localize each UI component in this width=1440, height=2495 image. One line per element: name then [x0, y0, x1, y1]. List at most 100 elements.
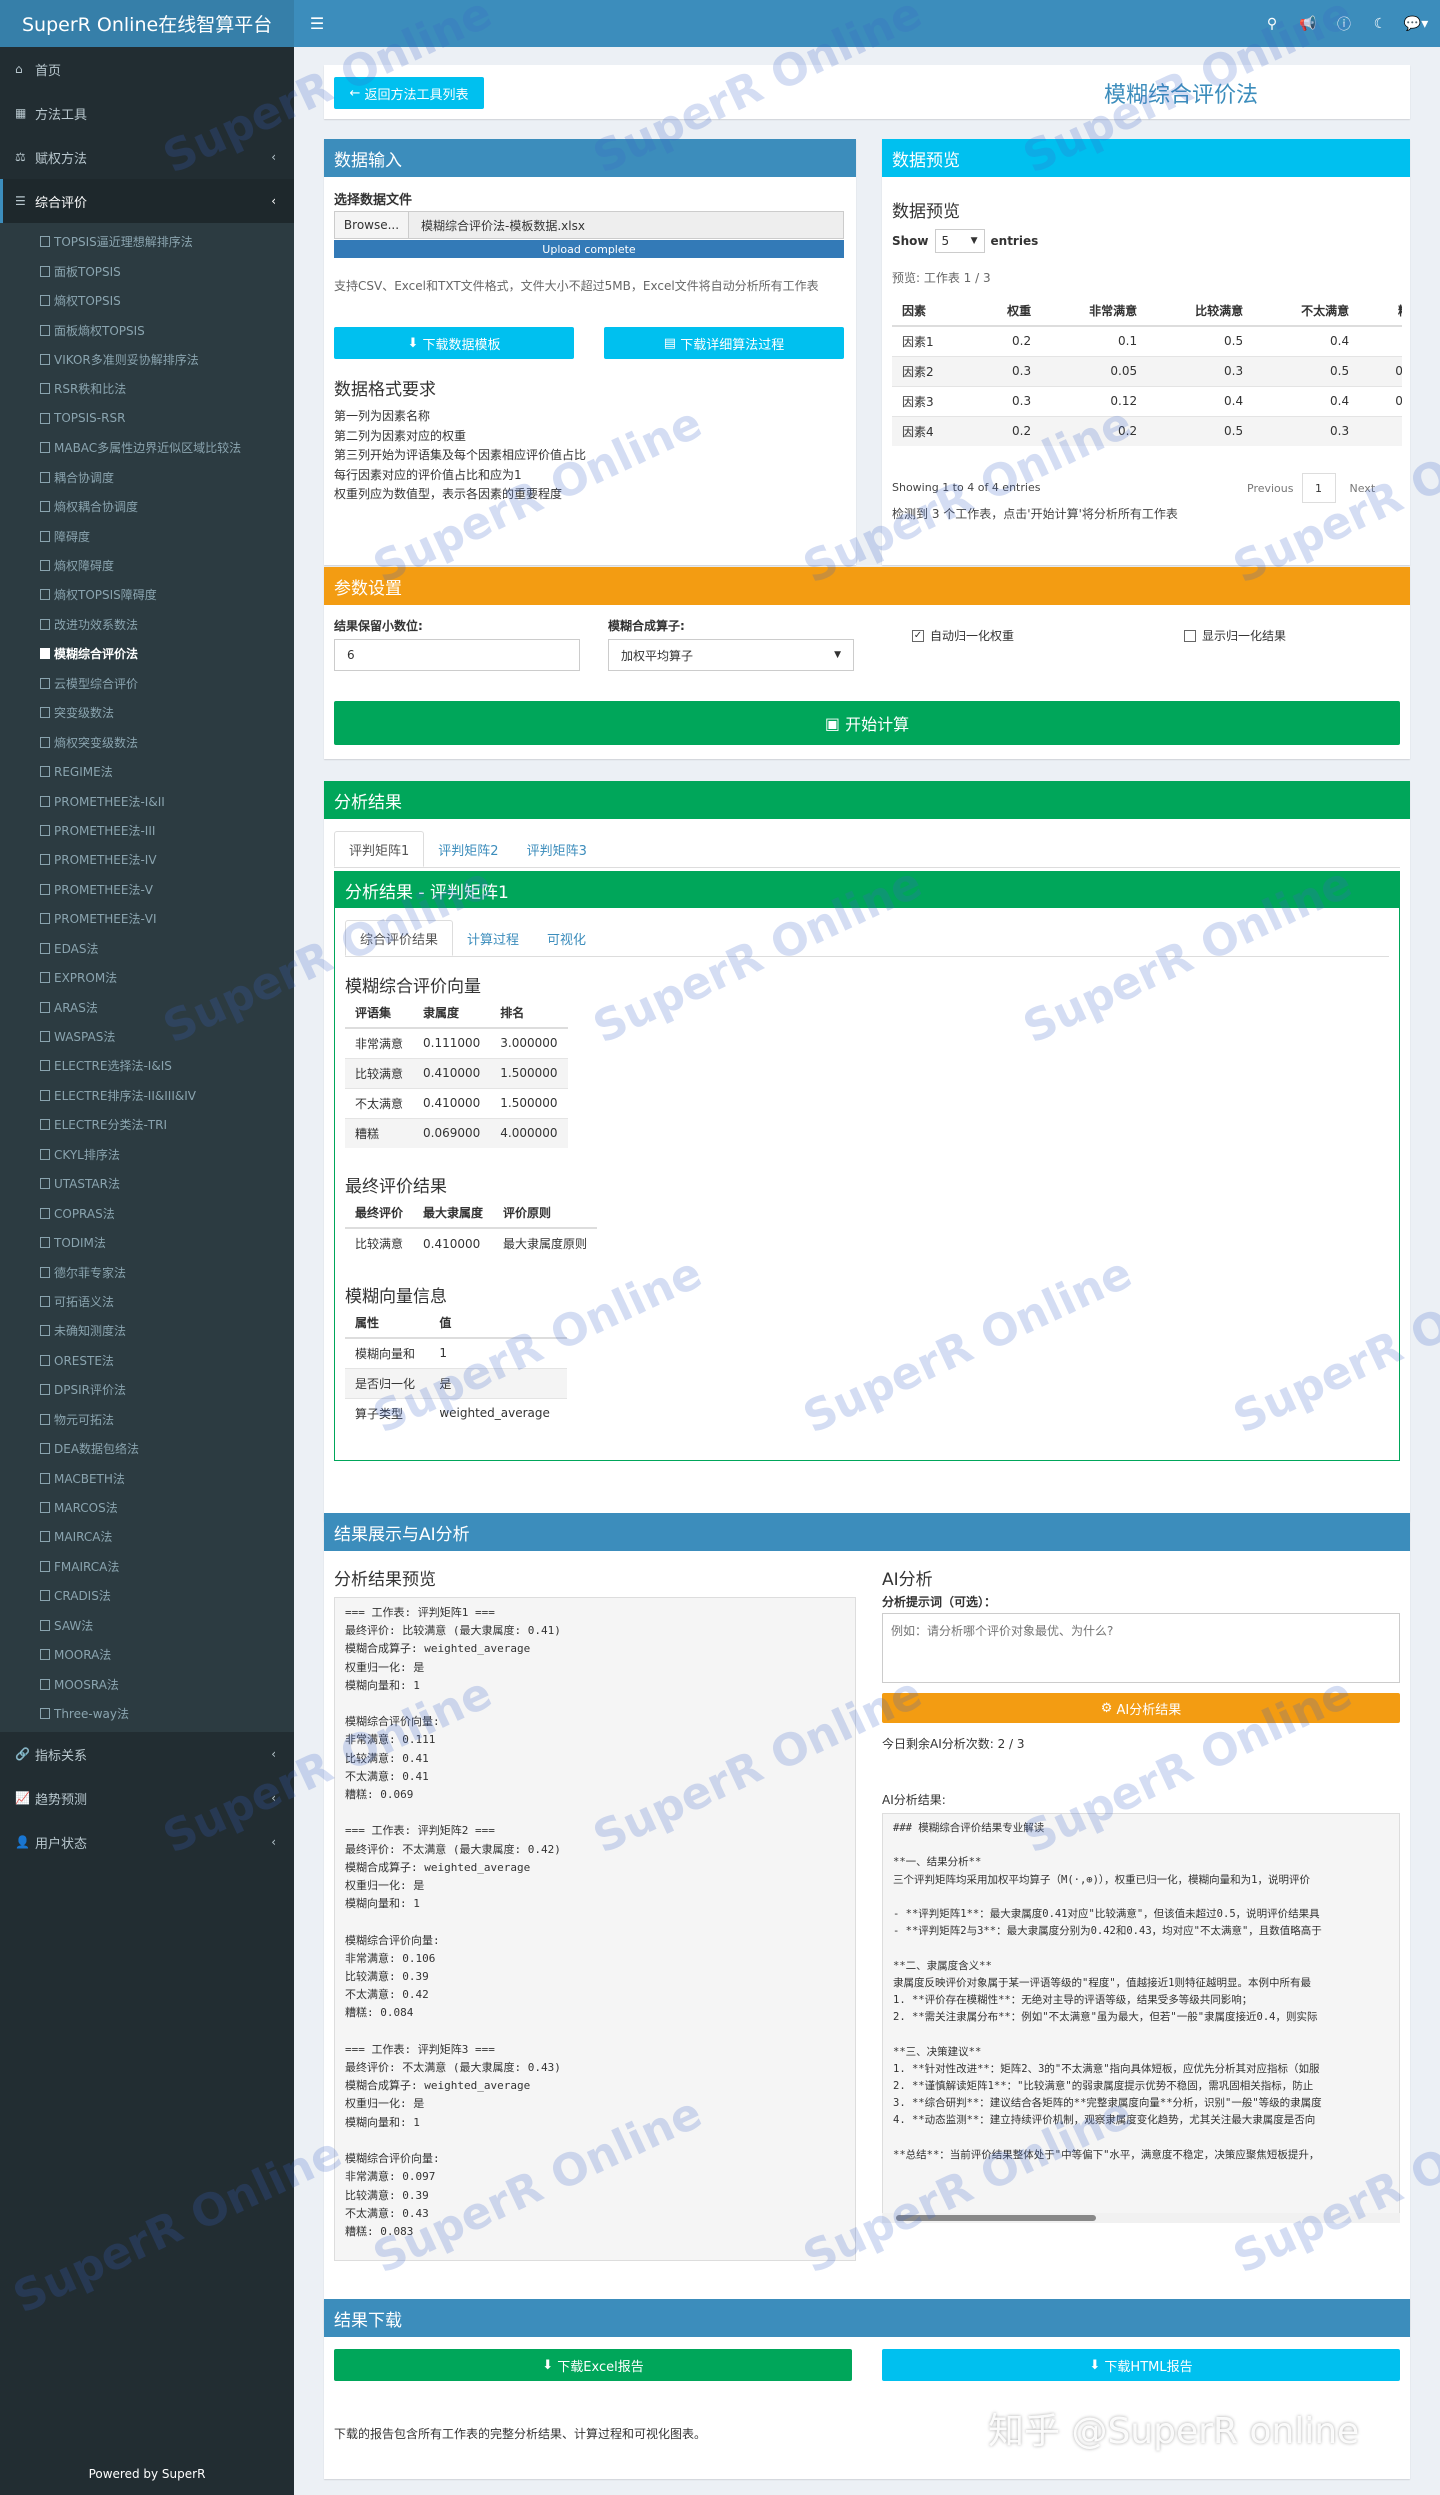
tab-evaluation-result[interactable]: 综合评价结果 — [345, 920, 454, 956]
prompt-textarea[interactable] — [882, 1613, 1400, 1683]
next-button[interactable]: Next — [1350, 482, 1376, 495]
download-html-button[interactable]: ⬇ 下载HTML报告 — [882, 2349, 1400, 2381]
sidebar-item-tools[interactable]: ▦ 方法工具 — [0, 91, 294, 135]
operator-select[interactable]: 加权平均算子 ▼ — [608, 639, 854, 671]
sidebar-item-forecast[interactable]: 📈 趋势预测 ‹ — [0, 1776, 294, 1820]
page-button-1[interactable]: 1 — [1301, 473, 1336, 503]
sidebar-subitem[interactable]: MOORA法 — [0, 1640, 294, 1669]
sidebar-subitem[interactable]: TODIM法 — [0, 1228, 294, 1257]
sidebar-subitem[interactable]: 模糊综合评价法 — [0, 639, 294, 668]
download-template-button[interactable]: ⬇ 下载数据模板 — [334, 327, 574, 359]
download-algorithm-button[interactable]: ▤ 下载详细算法过程 — [604, 327, 844, 359]
sidebar-subitem[interactable]: ARAS法 — [0, 992, 294, 1021]
sidebar-subitem[interactable]: MARCOS法 — [0, 1493, 294, 1522]
tab-sheet-3[interactable]: 评判矩阵3 — [513, 831, 601, 867]
sidebar-subitem[interactable]: UTASTAR法 — [0, 1169, 294, 1198]
column-header[interactable]: 非常满意 — [1041, 296, 1148, 327]
sidebar-subitem[interactable]: 改进功效系数法 — [0, 610, 294, 639]
sidebar-subitem[interactable]: 未确知测度法 — [0, 1316, 294, 1345]
ai-analyze-button[interactable]: ⚙ AI分析结果 — [882, 1693, 1400, 1723]
sidebar-subitem[interactable]: RSR秩和比法 — [0, 374, 294, 403]
sidebar-subitem[interactable]: DPSIR评价法 — [0, 1375, 294, 1404]
tab-process[interactable]: 计算过程 — [453, 920, 533, 956]
megaphone-icon[interactable]: 📢 — [1292, 0, 1324, 47]
checkbox-icon[interactable] — [1184, 629, 1196, 642]
sidebar-subitem[interactable]: WASPAS法 — [0, 1022, 294, 1051]
column-header[interactable]: 因素 — [892, 296, 973, 327]
column-header[interactable]: 评价原则 — [493, 1198, 598, 1229]
sidebar-subitem[interactable]: COPRAS法 — [0, 1198, 294, 1227]
sidebar-subitem[interactable]: TOPSIS逼近理想解排序法 — [0, 227, 294, 256]
sidebar-subitem[interactable]: MACBETH法 — [0, 1463, 294, 1492]
sidebar-subitem[interactable]: PROMETHEE法-III — [0, 816, 294, 845]
sidebar-subitem[interactable]: PROMETHEE法-IV — [0, 845, 294, 874]
show-normalized-checkbox[interactable]: 显示归一化结果 — [1184, 627, 1286, 644]
chat-icon[interactable]: 💬▾ — [1400, 0, 1432, 47]
sidebar-subitem[interactable]: Three-way法 — [0, 1699, 294, 1728]
search-icon[interactable]: ⚲ — [1256, 0, 1288, 47]
sidebar-item-home[interactable]: ⌂ 首页 — [0, 47, 294, 91]
sidebar-subitem[interactable]: CRADIS法 — [0, 1581, 294, 1610]
column-header[interactable]: 权重 — [972, 296, 1042, 327]
sidebar-subitem[interactable]: 熵权突变级数法 — [0, 727, 294, 756]
brand-logo[interactable]: SuperR Online在线智算平台 — [0, 0, 294, 47]
sidebar-subitem[interactable]: PROMETHEE法-VI — [0, 904, 294, 933]
column-header[interactable]: 隶属度 — [413, 998, 491, 1029]
auto-normalize-checkbox[interactable]: ✓ 自动归一化权重 — [912, 627, 1014, 644]
column-header[interactable]: 不太满意 — [1253, 296, 1360, 327]
start-calc-button[interactable]: ▣ 开始计算 — [334, 701, 1400, 745]
column-header[interactable]: 最大隶属度 — [413, 1198, 494, 1229]
page-length-select[interactable]: 5 ▼ — [934, 229, 985, 253]
dark-mode-icon[interactable]: ☾ — [1364, 0, 1396, 47]
sidebar-item-user[interactable]: 👤 用户状态 ‹ — [0, 1820, 294, 1864]
sidebar-subitem[interactable]: 障碍度 — [0, 521, 294, 550]
previous-button[interactable]: Previous — [1247, 482, 1294, 495]
column-header[interactable]: 排名 — [490, 998, 568, 1029]
sidebar-subitem[interactable]: 物元可拓法 — [0, 1405, 294, 1434]
sidebar-subitem[interactable]: VIKOR多准则妥协解排序法 — [0, 345, 294, 374]
scrollbar-thumb[interactable] — [896, 2215, 1096, 2221]
column-header[interactable]: 评语集 — [345, 998, 414, 1029]
sidebar-subitem[interactable]: DEA数据包络法 — [0, 1434, 294, 1463]
help-icon[interactable]: ⓘ — [1328, 0, 1360, 47]
sidebar-subitem[interactable]: 德尔菲专家法 — [0, 1257, 294, 1286]
column-header[interactable]: 值 — [429, 1308, 567, 1339]
menu-toggle-icon[interactable]: ☰ — [302, 0, 332, 47]
sidebar-subitem[interactable]: CKYL排序法 — [0, 1140, 294, 1169]
column-header[interactable]: 比较满意 — [1147, 296, 1254, 327]
column-header[interactable]: 最终评价 — [345, 1198, 414, 1229]
sidebar-subitem[interactable]: 可拓语义法 — [0, 1287, 294, 1316]
sidebar-subitem[interactable]: 突变级数法 — [0, 698, 294, 727]
column-header[interactable]: 糟糕 — [1359, 296, 1402, 327]
sidebar-subitem[interactable]: 面板TOPSIS — [0, 256, 294, 285]
sidebar-subitem[interactable]: EDAS法 — [0, 934, 294, 963]
sidebar-subitem[interactable]: 熵权TOPSIS — [0, 286, 294, 315]
sidebar-subitem[interactable]: ELECTRE选择法-I&IS — [0, 1051, 294, 1080]
sidebar-subitem[interactable]: 面板熵权TOPSIS — [0, 315, 294, 344]
sidebar-subitem[interactable]: 熵权耦合协调度 — [0, 492, 294, 521]
sidebar-subitem[interactable]: ELECTRE分类法-TRI — [0, 1110, 294, 1139]
sidebar-subitem[interactable]: ORESTE法 — [0, 1346, 294, 1375]
column-header[interactable]: 属性 — [345, 1308, 430, 1339]
sidebar-subitem[interactable]: 云模型综合评价 — [0, 669, 294, 698]
sidebar-subitem[interactable]: SAW法 — [0, 1611, 294, 1640]
sidebar-subitem[interactable]: ELECTRE排序法-II&III&IV — [0, 1081, 294, 1110]
sidebar-subitem[interactable]: 耦合协调度 — [0, 463, 294, 492]
tab-sheet-2[interactable]: 评判矩阵2 — [424, 831, 512, 867]
sidebar-subitem[interactable]: PROMETHEE法-V — [0, 875, 294, 904]
sidebar-subitem[interactable]: TOPSIS-RSR — [0, 404, 294, 433]
sidebar-subitem[interactable]: MABAC多属性边界近似区域比较法 — [0, 433, 294, 462]
horizontal-scrollbar[interactable] — [882, 2213, 1400, 2223]
decimals-input[interactable]: 6 — [334, 639, 580, 671]
sidebar-subitem[interactable]: REGIME法 — [0, 757, 294, 786]
tab-sheet-1[interactable]: 评判矩阵1 — [334, 831, 425, 867]
checkbox-checked-icon[interactable]: ✓ — [912, 629, 924, 642]
sidebar-subitem[interactable]: MOOSRA法 — [0, 1669, 294, 1698]
browse-button[interactable]: Browse... — [335, 212, 409, 238]
file-input[interactable]: Browse... 模糊综合评价法-模板数据.xlsx — [334, 211, 844, 239]
sidebar-subitem[interactable]: MAIRCA法 — [0, 1522, 294, 1551]
sidebar-subitem[interactable]: 熵权障碍度 — [0, 551, 294, 580]
sidebar-item-weighting[interactable]: ⚖ 赋权方法 ‹ — [0, 135, 294, 179]
download-excel-button[interactable]: ⬇ 下载Excel报告 — [334, 2349, 852, 2381]
sidebar-subitem[interactable]: PROMETHEE法-I&II — [0, 786, 294, 815]
